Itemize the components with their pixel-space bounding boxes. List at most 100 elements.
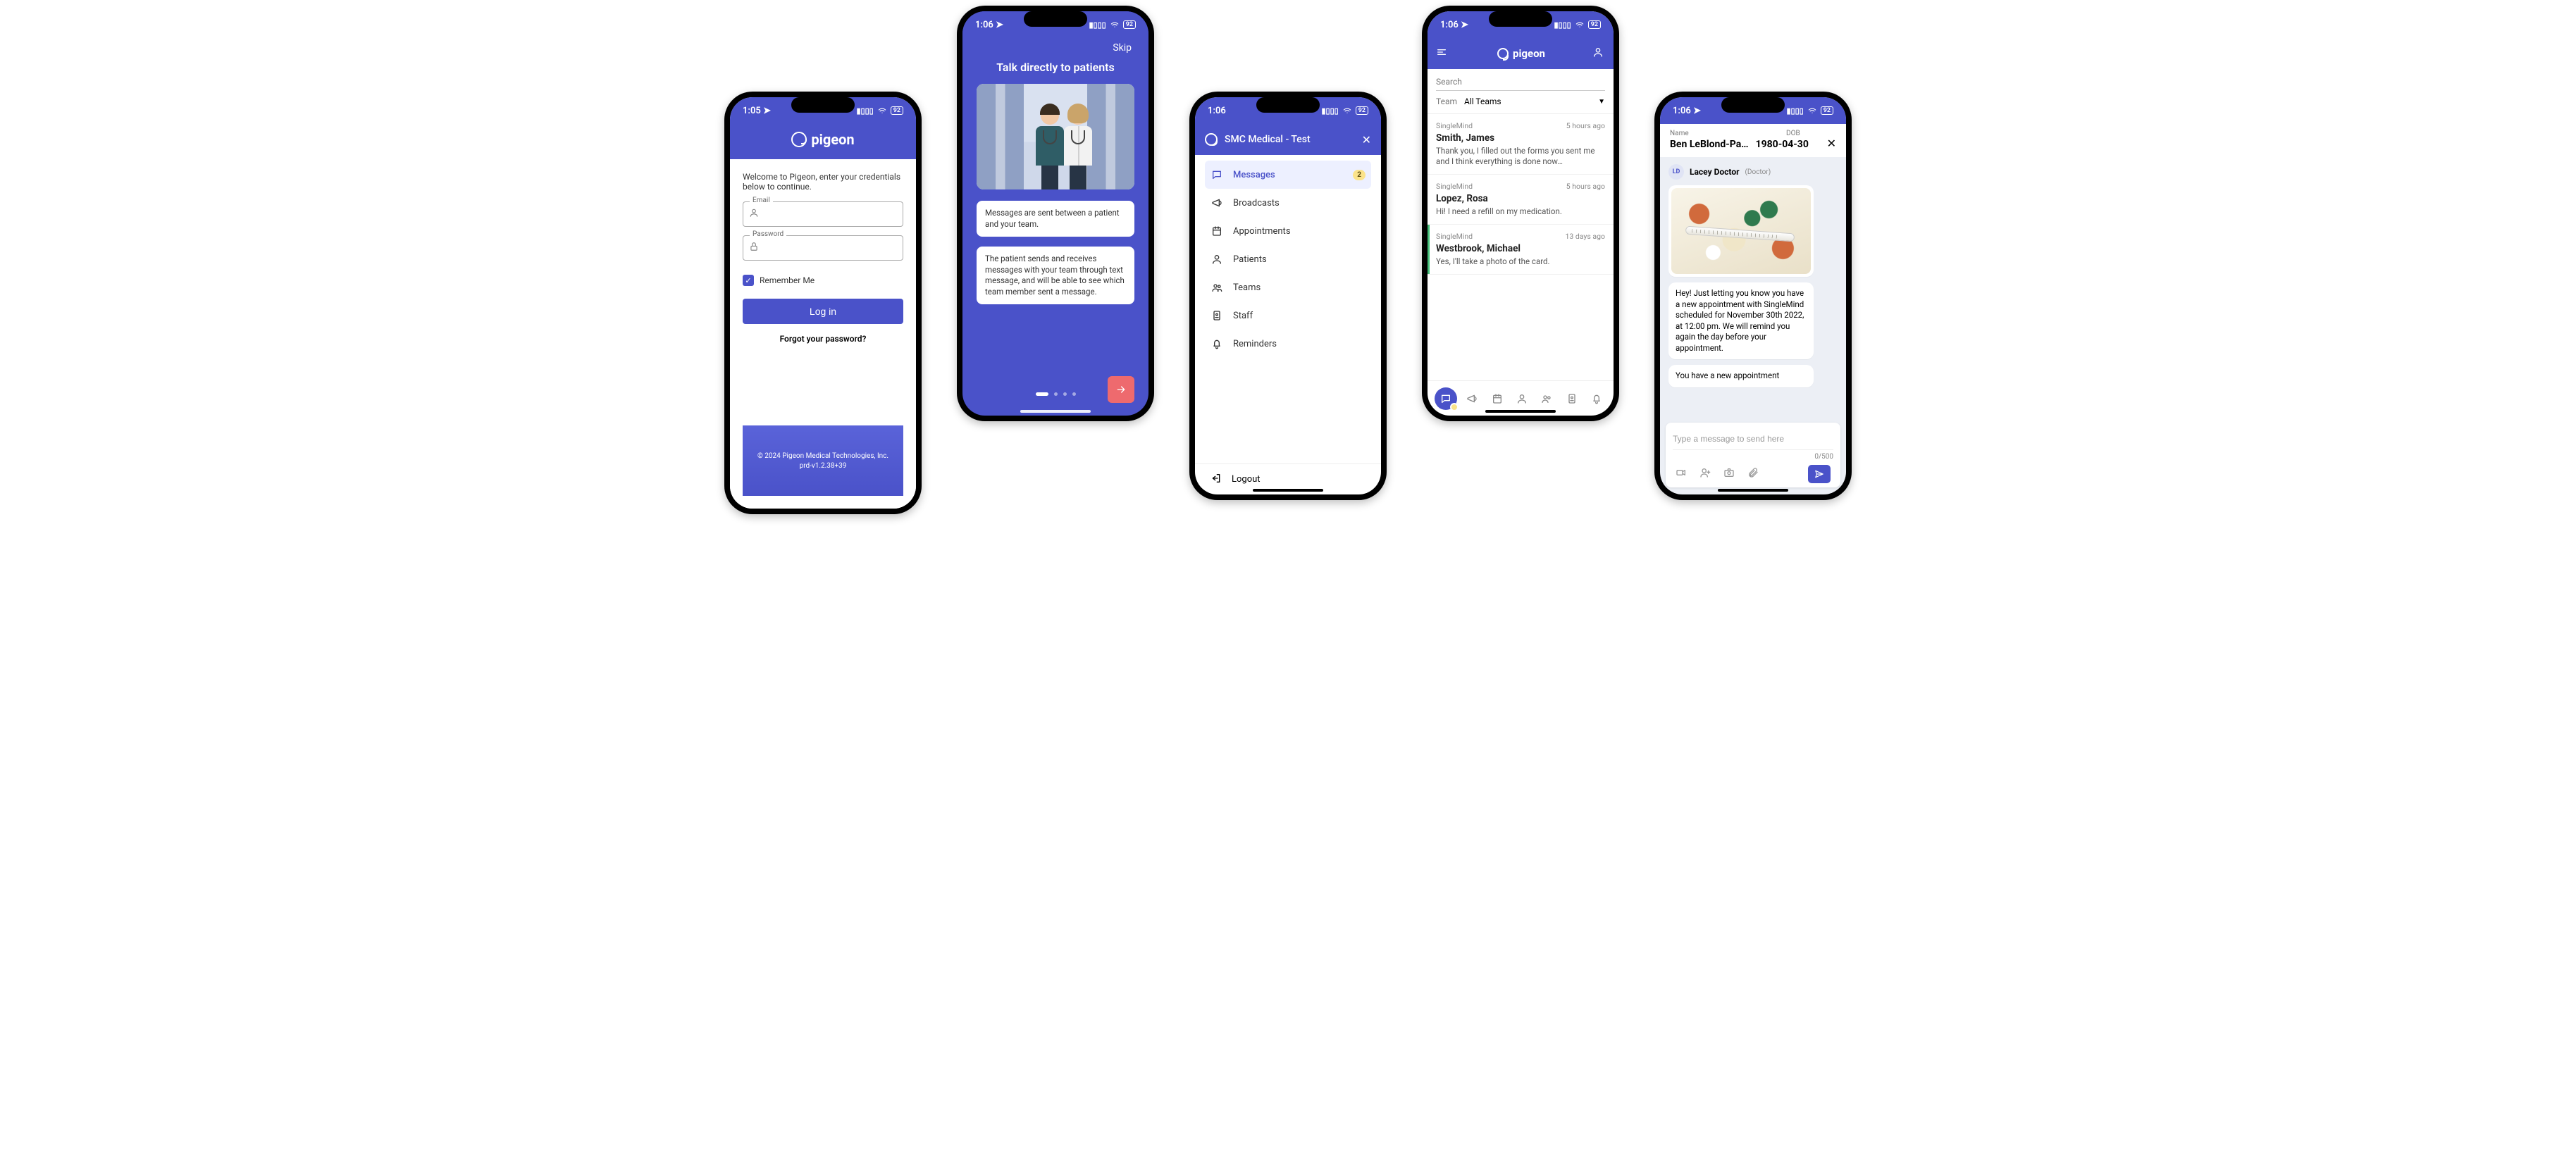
signal-icon: ▮▯▯▯: [856, 106, 873, 116]
nav-label: Broadcasts: [1233, 198, 1280, 208]
nav-reminders[interactable]: Reminders: [1205, 330, 1371, 358]
wifi-icon: [1110, 19, 1120, 31]
nav-label: Logout: [1232, 474, 1261, 485]
team-filter[interactable]: Team All Teams ▼: [1436, 96, 1605, 106]
nav-broadcasts[interactable]: Broadcasts: [1205, 189, 1371, 217]
close-icon[interactable]: ✕: [1827, 137, 1836, 150]
camera-icon[interactable]: [1723, 467, 1735, 481]
battery-indicator: 92: [1821, 106, 1833, 115]
header-name-label: Name: [1670, 130, 1737, 137]
patient-name: Ben LeBlond-Pa…: [1670, 139, 1749, 150]
conversation-team: SingleMind: [1436, 121, 1473, 130]
nav-messages[interactable]: Messages 2: [1205, 161, 1371, 189]
tab-teams[interactable]: [1537, 389, 1556, 409]
team-filter-value: All Teams: [1464, 96, 1591, 106]
pigeon-logo-icon: [1205, 133, 1218, 146]
message-image[interactable]: [1668, 185, 1814, 277]
nav-patients[interactable]: Patients: [1205, 245, 1371, 273]
remember-me-checkbox[interactable]: ✓: [743, 275, 754, 286]
signal-icon: ▮▯▯▯: [1554, 20, 1571, 30]
chevron-down-icon: ▼: [1598, 98, 1605, 106]
nav-appointments[interactable]: Appointments: [1205, 217, 1371, 245]
email-label: Email: [750, 197, 773, 204]
sender-name: Lacey Doctor: [1690, 167, 1740, 177]
nav-label: Reminders: [1233, 339, 1277, 349]
tab-broadcasts[interactable]: [1462, 389, 1482, 409]
conversation-ago: 5 hours ago: [1566, 182, 1605, 191]
signal-icon: ▮▯▯▯: [1321, 106, 1338, 116]
skip-link[interactable]: Skip: [1113, 42, 1132, 54]
battery-indicator: 92: [1356, 106, 1368, 115]
brand-header: pigeon: [730, 124, 916, 159]
nav-teams[interactable]: Teams: [1205, 273, 1371, 301]
id-badge-icon: [1210, 310, 1223, 321]
arrow-right-icon: [1115, 384, 1127, 395]
email-field[interactable]: [743, 201, 903, 227]
tab-reminders[interactable]: [1587, 389, 1606, 409]
wifi-icon: [877, 105, 887, 117]
version-text: prd-v1.2.38+39: [800, 462, 847, 470]
logout-icon: [1210, 473, 1222, 487]
login-button[interactable]: Log in: [743, 299, 903, 324]
message-composer: 0/500: [1666, 423, 1840, 487]
add-user-icon[interactable]: [1699, 467, 1711, 481]
menu-icon[interactable]: [1436, 46, 1450, 61]
tab-badge: [1450, 403, 1459, 411]
location-icon: ➤: [996, 20, 1003, 30]
onboarding-card-1: Messages are sent between a patient and …: [977, 201, 1134, 237]
conversation-team: SingleMind: [1436, 182, 1473, 191]
calendar-icon: [1210, 225, 1223, 237]
location-icon: ➤: [1693, 106, 1701, 116]
sender-role: (Doctor): [1745, 168, 1771, 176]
compose-input[interactable]: [1673, 428, 1833, 449]
brand-name: pigeon: [811, 131, 854, 148]
conversation-row[interactable]: SingleMind13 days ago Westbrook, Michael…: [1428, 225, 1614, 275]
profile-icon[interactable]: [1592, 46, 1605, 61]
user-icon: [749, 208, 759, 220]
location-icon: ➤: [1461, 20, 1468, 30]
remember-me-label: Remember Me: [760, 275, 815, 285]
nav-label: Appointments: [1233, 226, 1291, 237]
message-bubble: You have a new appointment: [1668, 365, 1814, 387]
battery-indicator: 92: [1123, 20, 1136, 29]
conversation-row[interactable]: SingleMind5 hours ago Lopez, Rosa Hi! I …: [1428, 175, 1614, 225]
message-sender: LD Lacey Doctor (Doctor): [1668, 164, 1838, 180]
send-button[interactable]: [1808, 465, 1831, 483]
conversation-name: Lopez, Rosa: [1436, 193, 1605, 204]
lock-icon: [749, 242, 759, 254]
search-input[interactable]: Search: [1436, 75, 1605, 91]
status-time: 1:06: [1440, 20, 1459, 30]
megaphone-icon: [1210, 197, 1223, 208]
pigeon-logo-icon: [1497, 48, 1509, 59]
conversation-name: Smith, James: [1436, 132, 1605, 144]
conversation-row[interactable]: SingleMind5 hours ago Smith, James Thank…: [1428, 114, 1614, 175]
onboarding-title: Talk directly to patients: [977, 61, 1134, 74]
char-count: 0/500: [1673, 449, 1833, 461]
close-icon[interactable]: ✕: [1362, 133, 1371, 147]
password-field[interactable]: [743, 235, 903, 261]
video-icon[interactable]: [1676, 467, 1687, 481]
forgot-password-link[interactable]: Forgot your password?: [743, 334, 903, 344]
wifi-icon: [1807, 105, 1817, 117]
conversation-name: Westbrook, Michael: [1436, 243, 1605, 254]
location-icon: ➤: [763, 106, 771, 116]
users-icon: [1210, 282, 1223, 293]
nav-staff[interactable]: Staff: [1205, 301, 1371, 330]
tab-messages[interactable]: [1435, 387, 1457, 410]
tab-patients[interactable]: [1512, 389, 1532, 409]
avatar: LD: [1668, 164, 1684, 180]
nav-label: Staff: [1233, 311, 1253, 321]
next-button[interactable]: [1108, 376, 1134, 403]
battery-indicator: 92: [1588, 20, 1601, 29]
onboarding-card-2: The patient sends and receives messages …: [977, 247, 1134, 304]
team-filter-label: Team: [1436, 96, 1457, 106]
attachment-icon[interactable]: [1747, 467, 1759, 481]
status-time: 1:06: [1208, 106, 1226, 116]
drawer-header: SMC Medical - Test ✕: [1195, 124, 1381, 155]
conversation-preview: Yes, I'll take a photo of the card.: [1436, 256, 1605, 267]
user-icon: [1210, 254, 1223, 265]
tab-staff[interactable]: [1562, 389, 1582, 409]
tab-appointments[interactable]: [1487, 389, 1507, 409]
status-time: 1:05: [743, 106, 761, 116]
welcome-text: Welcome to Pigeon, enter your credential…: [743, 172, 903, 192]
